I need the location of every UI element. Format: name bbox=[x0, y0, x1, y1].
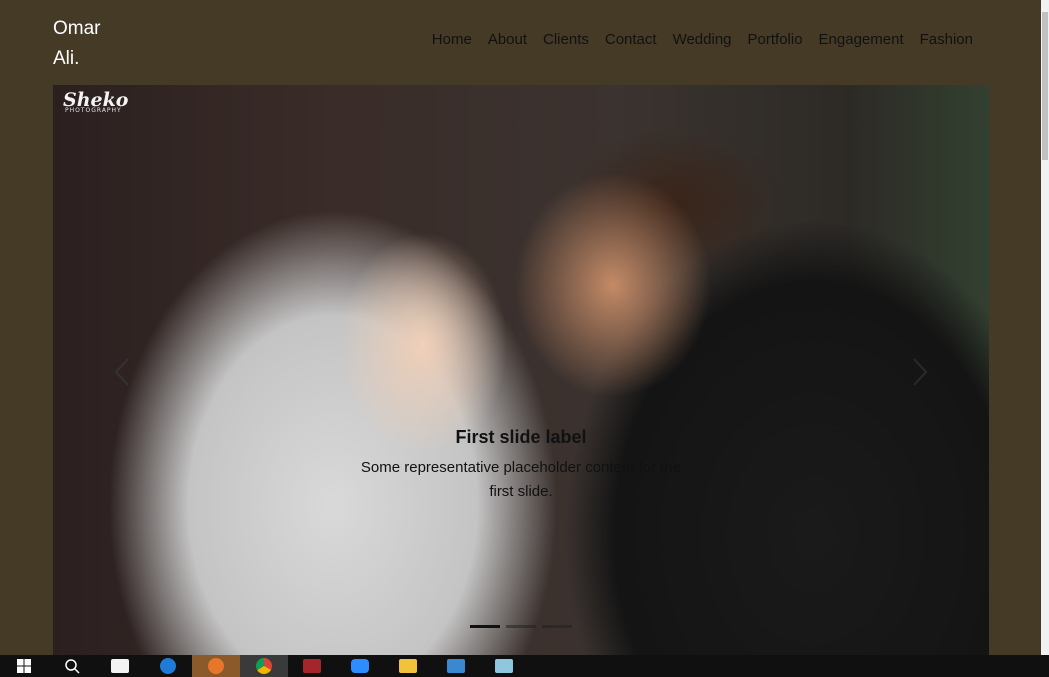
carousel-indicator-2[interactable] bbox=[506, 625, 536, 628]
app-icon[interactable] bbox=[432, 655, 480, 677]
page-scrollbar[interactable] bbox=[1041, 0, 1049, 655]
notepad-glyph-icon bbox=[495, 659, 513, 673]
chrome-glyph-icon bbox=[256, 658, 272, 674]
slide-caption-text: Some representative placeholder content … bbox=[360, 459, 682, 500]
store-glyph-icon bbox=[111, 659, 129, 673]
carousel-indicators bbox=[470, 625, 572, 628]
carousel-indicator-3[interactable] bbox=[542, 625, 572, 628]
nav-fashion[interactable]: Fashion bbox=[912, 31, 981, 48]
hero-carousel: Sheko PHOTOGRAPHY First slide label Some… bbox=[53, 85, 989, 655]
brand-line-1: Omar bbox=[53, 18, 101, 39]
edge-glyph-icon bbox=[160, 658, 176, 674]
brand-logo[interactable]: Omar Ali. bbox=[53, 14, 133, 74]
windows-start-icon[interactable] bbox=[0, 655, 48, 677]
app-glyph-icon bbox=[447, 659, 465, 673]
file-explorer-icon[interactable] bbox=[384, 655, 432, 677]
access-glyph-icon bbox=[303, 659, 321, 673]
navbar: Omar Ali. Home About Clients Contact Wed… bbox=[0, 0, 1041, 85]
nav-home[interactable]: Home bbox=[424, 31, 480, 48]
carousel-prev-button[interactable] bbox=[108, 347, 138, 397]
folder-icon bbox=[399, 659, 417, 673]
search-icon[interactable] bbox=[48, 655, 96, 677]
zoom-icon[interactable] bbox=[336, 655, 384, 677]
access-icon[interactable] bbox=[288, 655, 336, 677]
nav-wedding[interactable]: Wedding bbox=[665, 31, 740, 48]
chrome-icon[interactable] bbox=[240, 655, 288, 677]
windows-logo-icon bbox=[17, 659, 31, 673]
nav-contact[interactable]: Contact bbox=[597, 31, 665, 48]
chevron-right-icon bbox=[913, 358, 928, 386]
firefox-icon[interactable] bbox=[192, 655, 240, 677]
nav-engagement[interactable]: Engagement bbox=[811, 31, 912, 48]
scrollbar-thumb[interactable] bbox=[1042, 12, 1048, 160]
nav-portfolio[interactable]: Portfolio bbox=[740, 31, 811, 48]
nav-menu: Home About Clients Contact Wedding Portf… bbox=[424, 31, 981, 48]
edge-icon[interactable] bbox=[144, 655, 192, 677]
brand-line-2: Ali. bbox=[53, 48, 80, 69]
notepad-icon[interactable] bbox=[480, 655, 528, 677]
store-icon[interactable] bbox=[96, 655, 144, 677]
carousel-next-button[interactable] bbox=[904, 347, 934, 397]
magnifier-icon bbox=[65, 659, 80, 674]
slide-caption-title: First slide label bbox=[455, 427, 587, 447]
nav-clients[interactable]: Clients bbox=[535, 31, 597, 48]
windows-taskbar bbox=[0, 655, 1049, 677]
photographer-watermark-sub: PHOTOGRAPHY bbox=[65, 107, 122, 114]
nav-about[interactable]: About bbox=[480, 31, 535, 48]
carousel-indicator-1[interactable] bbox=[470, 625, 500, 628]
chevron-left-icon bbox=[114, 358, 129, 386]
slide-caption: First slide label Some representative pl… bbox=[353, 427, 689, 504]
zoom-glyph-icon bbox=[351, 659, 369, 673]
firefox-glyph-icon bbox=[208, 658, 224, 674]
